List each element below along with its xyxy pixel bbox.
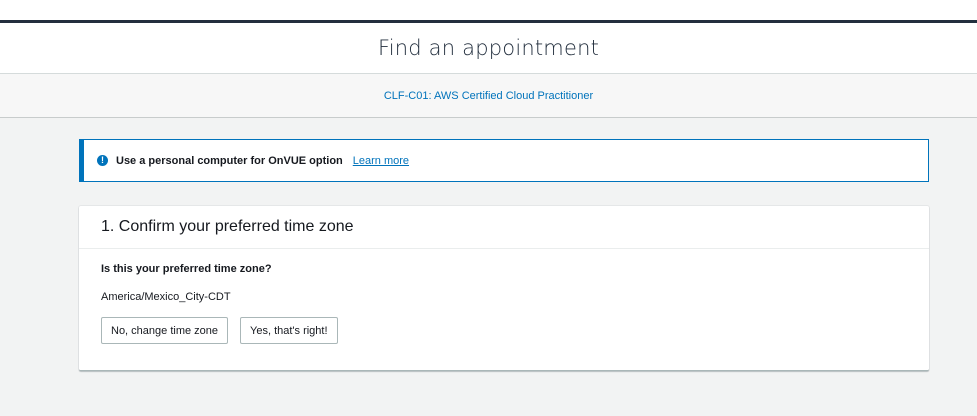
card-title: 1. Confirm your preferred time zone (101, 218, 354, 235)
confirm-timezone-button[interactable]: Yes, that's right! (240, 317, 338, 344)
page-header: Find an appointment (0, 23, 977, 74)
learn-more-link[interactable]: Learn more (353, 155, 409, 167)
current-timezone: America/Mexico_City-CDT (101, 291, 231, 303)
button-group: No, change time zone Yes, that's right! (101, 317, 907, 344)
top-bar (0, 0, 977, 20)
timezone-question: Is this your preferred time zone? (101, 263, 272, 275)
main-content: ! Use a personal computer for OnVUE opti… (0, 118, 977, 416)
card-header: 1. Confirm your preferred time zone (79, 206, 929, 249)
change-timezone-button[interactable]: No, change time zone (101, 317, 229, 344)
timezone-card: 1. Confirm your preferred time zone Is t… (79, 206, 929, 371)
info-icon: ! (97, 155, 108, 166)
info-alert: ! Use a personal computer for OnVUE opti… (79, 139, 929, 182)
exam-link[interactable]: CLF-C01: AWS Certified Cloud Practitione… (384, 90, 593, 102)
exam-subheader: CLF-C01: AWS Certified Cloud Practitione… (0, 74, 977, 118)
alert-message: Use a personal computer for OnVUE option (116, 154, 343, 167)
card-body: Is this your preferred time zone? Americ… (79, 249, 929, 344)
page-title: Find an appointment (377, 36, 600, 60)
